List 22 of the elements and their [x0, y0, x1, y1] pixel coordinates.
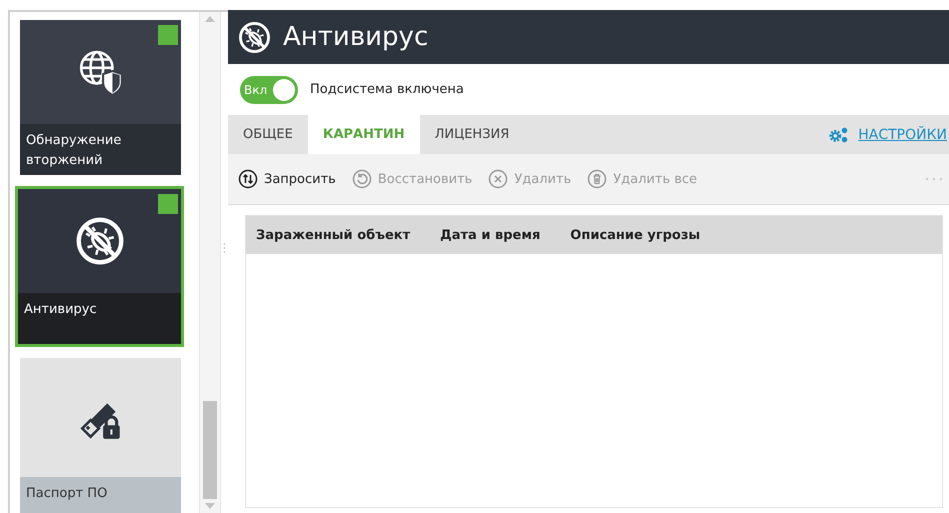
scroll-up-icon[interactable] — [205, 16, 215, 22]
column-header[interactable]: Описание угрозы — [570, 228, 700, 242]
tab[interactable]: ЛИЦЕНЗИЯ — [420, 115, 524, 154]
module-card[interactable]: Антивирус — [15, 186, 184, 347]
no-bug-icon — [238, 20, 271, 54]
scrollbar[interactable] — [199, 12, 221, 513]
module-name: Антивирус — [24, 302, 97, 317]
column-header[interactable]: Дата и время — [440, 228, 540, 242]
no-bug-icon — [74, 216, 124, 266]
scroll-thumb[interactable] — [203, 401, 217, 499]
column-header[interactable]: Зараженный объект — [256, 228, 410, 242]
toolbar-button[interactable]: Запросить — [238, 169, 342, 189]
more-icon[interactable] — [925, 177, 943, 181]
scroll-down-icon[interactable] — [205, 503, 215, 509]
module-name: Паспорт ПО — [26, 486, 108, 501]
page-title: Антивирус — [283, 22, 428, 52]
close-icon — [488, 169, 508, 189]
up-down-arrows-icon — [238, 169, 258, 189]
trash-icon — [587, 169, 608, 189]
status-text: Подсистема включена — [310, 82, 464, 97]
module-name: Обнаружение вторжений — [26, 133, 122, 168]
tab[interactable]: ОБЩЕЕ — [228, 115, 308, 154]
